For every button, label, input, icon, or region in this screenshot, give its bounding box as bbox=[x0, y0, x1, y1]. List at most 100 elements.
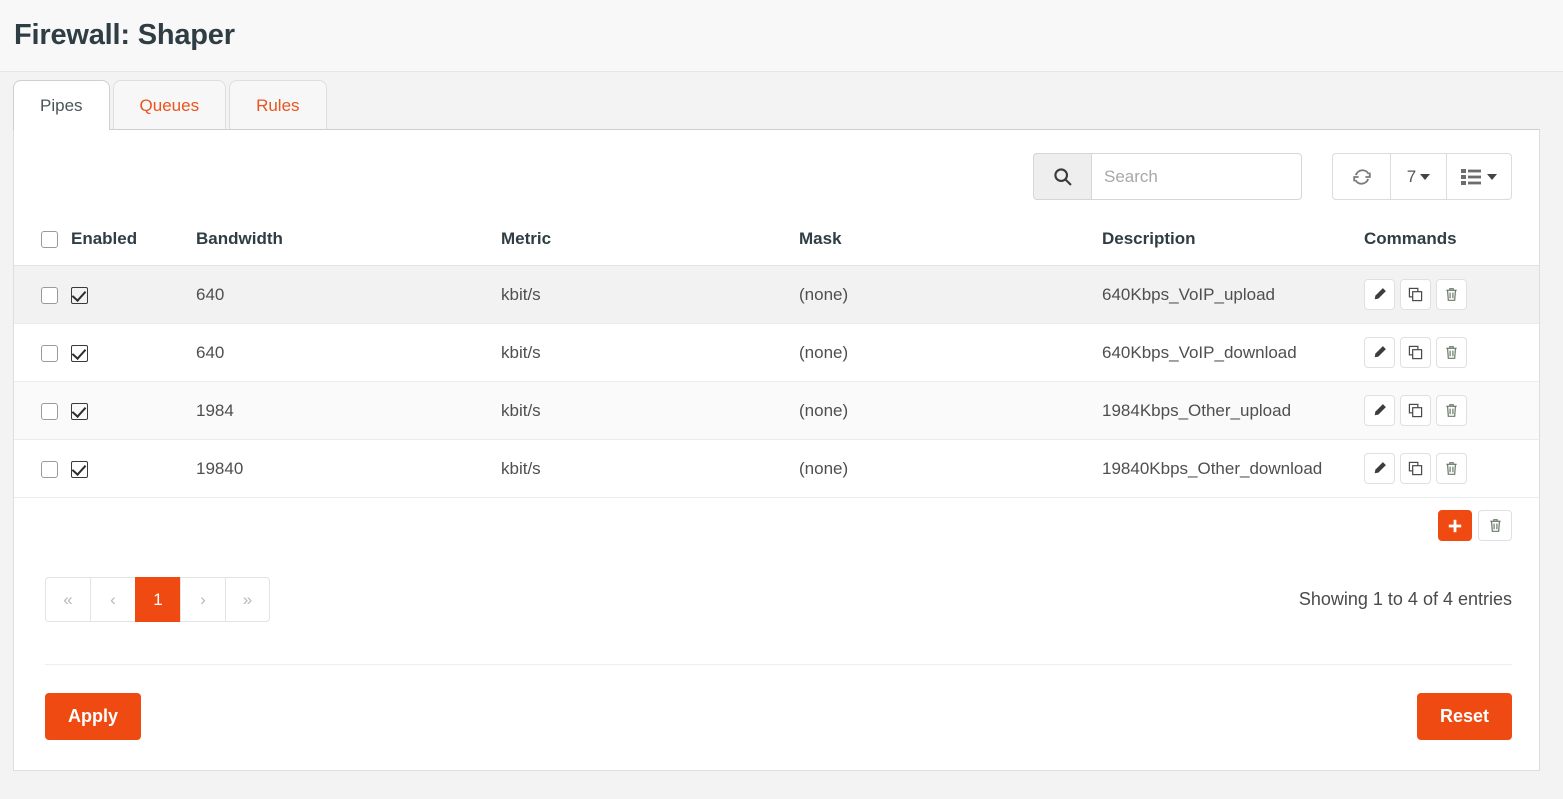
column-header-enabled[interactable]: Enabled bbox=[71, 221, 196, 266]
row-metric: kbit/s bbox=[501, 324, 799, 382]
page-next-button[interactable]: › bbox=[180, 577, 225, 622]
table-row[interactable]: 1984 kbit/s (none) 1984Kbps_Other_upload bbox=[14, 382, 1539, 440]
tab-pipes[interactable]: Pipes bbox=[13, 80, 110, 130]
table-actions bbox=[14, 498, 1539, 541]
row-mask: (none) bbox=[799, 382, 1102, 440]
table-body: 640 kbit/s (none) 640Kbps_VoIP_upload bbox=[14, 266, 1539, 498]
enabled-checkbox[interactable] bbox=[71, 345, 88, 362]
delete-icon[interactable] bbox=[1436, 453, 1467, 484]
row-enabled-cell bbox=[71, 266, 196, 324]
row-description: 1984Kbps_Other_upload bbox=[1102, 382, 1364, 440]
tab-pipes-label: Pipes bbox=[40, 96, 83, 116]
entries-info: Showing 1 to 4 of 4 entries bbox=[1299, 589, 1512, 610]
pipes-panel: 7 Enabled Bandwidth Metric bbox=[13, 129, 1540, 771]
row-mask: (none) bbox=[799, 266, 1102, 324]
row-commands-cell bbox=[1364, 440, 1539, 498]
tab-bar: Pipes Queues Rules bbox=[0, 72, 1563, 130]
reset-button[interactable]: Reset bbox=[1417, 693, 1512, 740]
plus-icon bbox=[1448, 519, 1462, 533]
row-mask: (none) bbox=[799, 440, 1102, 498]
row-select-checkbox[interactable] bbox=[41, 287, 58, 304]
row-enabled-cell bbox=[71, 324, 196, 382]
clone-icon[interactable] bbox=[1400, 337, 1431, 368]
edit-icon[interactable] bbox=[1364, 453, 1395, 484]
edit-icon[interactable] bbox=[1364, 337, 1395, 368]
clone-icon[interactable] bbox=[1400, 453, 1431, 484]
column-header-metric[interactable]: Metric bbox=[501, 221, 799, 266]
pagination: « ‹ 1 › » bbox=[45, 577, 270, 622]
column-header-mask[interactable]: Mask bbox=[799, 221, 1102, 266]
table-controls: 7 bbox=[1332, 153, 1512, 200]
clone-icon[interactable] bbox=[1400, 395, 1431, 426]
row-enabled-cell bbox=[71, 440, 196, 498]
tab-queues[interactable]: Queues bbox=[113, 80, 227, 130]
tab-queues-label: Queues bbox=[140, 96, 200, 116]
table-row[interactable]: 19840 kbit/s (none) 19840Kbps_Other_down… bbox=[14, 440, 1539, 498]
row-enabled-cell bbox=[71, 382, 196, 440]
row-bandwidth: 19840 bbox=[196, 440, 501, 498]
clone-icon[interactable] bbox=[1400, 279, 1431, 310]
select-all-checkbox[interactable] bbox=[41, 231, 58, 248]
delete-selected-button[interactable] bbox=[1478, 510, 1512, 541]
column-header-description[interactable]: Description bbox=[1102, 221, 1364, 266]
table-toolbar: 7 bbox=[14, 130, 1539, 200]
table-header-row: Enabled Bandwidth Metric Mask Descriptio… bbox=[14, 221, 1539, 266]
pagination-row: « ‹ 1 › » Showing 1 to 4 of 4 entries bbox=[14, 541, 1539, 622]
tab-rules[interactable]: Rules bbox=[229, 80, 326, 130]
delete-icon[interactable] bbox=[1436, 279, 1467, 310]
refresh-button[interactable] bbox=[1332, 153, 1390, 200]
row-select-cell bbox=[14, 324, 71, 382]
footer-actions: Apply Reset bbox=[14, 665, 1539, 770]
chevron-down-icon bbox=[1420, 174, 1430, 180]
row-bandwidth: 640 bbox=[196, 324, 501, 382]
row-select-cell bbox=[14, 266, 71, 324]
row-bandwidth: 1984 bbox=[196, 382, 501, 440]
page-number-1[interactable]: 1 bbox=[135, 577, 180, 622]
column-header-bandwidth[interactable]: Bandwidth bbox=[196, 221, 501, 266]
tab-rules-label: Rules bbox=[256, 96, 299, 116]
row-metric: kbit/s bbox=[501, 266, 799, 324]
search-icon[interactable] bbox=[1033, 153, 1091, 200]
page-prev-button[interactable]: ‹ bbox=[90, 577, 135, 622]
page-size-dropdown[interactable]: 7 bbox=[1390, 153, 1446, 200]
row-select-checkbox[interactable] bbox=[41, 461, 58, 478]
apply-button[interactable]: Apply bbox=[45, 693, 141, 740]
row-bandwidth: 640 bbox=[196, 266, 501, 324]
enabled-checkbox[interactable] bbox=[71, 461, 88, 478]
search-group bbox=[1033, 153, 1302, 200]
column-visibility-dropdown[interactable] bbox=[1446, 153, 1512, 200]
add-pipe-button[interactable] bbox=[1438, 510, 1472, 541]
table-row[interactable]: 640 kbit/s (none) 640Kbps_VoIP_download bbox=[14, 324, 1539, 382]
table-head: Enabled Bandwidth Metric Mask Descriptio… bbox=[14, 221, 1539, 266]
enabled-checkbox[interactable] bbox=[71, 287, 88, 304]
row-mask: (none) bbox=[799, 324, 1102, 382]
trash-icon bbox=[1488, 518, 1503, 533]
edit-icon[interactable] bbox=[1364, 395, 1395, 426]
row-metric: kbit/s bbox=[501, 382, 799, 440]
row-description: 640Kbps_VoIP_upload bbox=[1102, 266, 1364, 324]
row-metric: kbit/s bbox=[501, 440, 799, 498]
page-first-button[interactable]: « bbox=[45, 577, 90, 622]
pipes-table: Enabled Bandwidth Metric Mask Descriptio… bbox=[14, 221, 1539, 498]
row-select-checkbox[interactable] bbox=[41, 403, 58, 420]
row-description: 19840Kbps_Other_download bbox=[1102, 440, 1364, 498]
row-description: 640Kbps_VoIP_download bbox=[1102, 324, 1364, 382]
column-header-commands: Commands bbox=[1364, 221, 1539, 266]
enabled-checkbox[interactable] bbox=[71, 403, 88, 420]
row-commands-cell bbox=[1364, 382, 1539, 440]
chevron-down-icon bbox=[1487, 174, 1497, 180]
page-title: Firewall: Shaper bbox=[14, 19, 235, 52]
row-select-cell bbox=[14, 440, 71, 498]
search-input[interactable] bbox=[1091, 153, 1302, 200]
table-row[interactable]: 640 kbit/s (none) 640Kbps_VoIP_upload bbox=[14, 266, 1539, 324]
page-last-button[interactable]: » bbox=[225, 577, 270, 622]
page-size-value: 7 bbox=[1407, 167, 1416, 187]
delete-icon[interactable] bbox=[1436, 395, 1467, 426]
row-select-cell bbox=[14, 382, 71, 440]
row-commands-cell bbox=[1364, 266, 1539, 324]
row-commands-cell bbox=[1364, 324, 1539, 382]
row-select-checkbox[interactable] bbox=[41, 345, 58, 362]
edit-icon[interactable] bbox=[1364, 279, 1395, 310]
delete-icon[interactable] bbox=[1436, 337, 1467, 368]
select-all-header bbox=[14, 221, 71, 266]
